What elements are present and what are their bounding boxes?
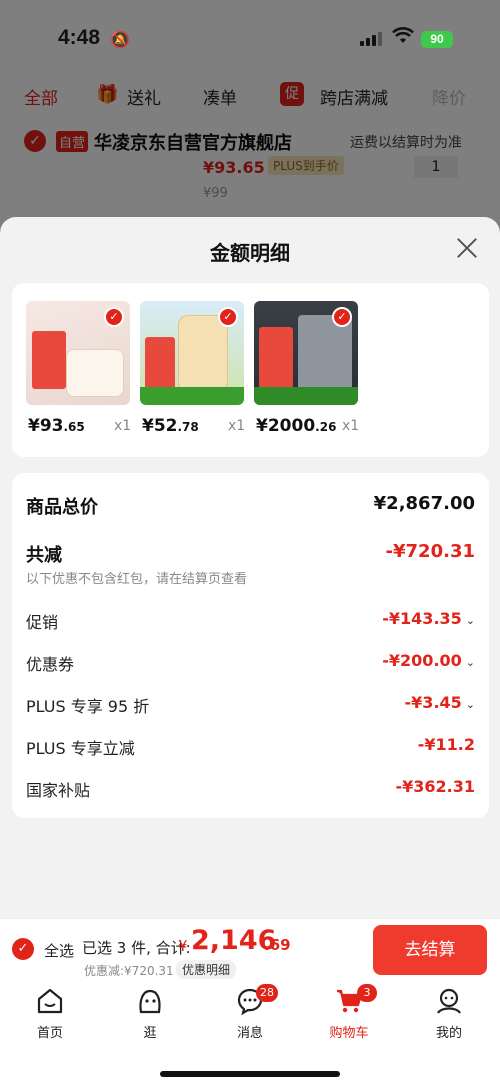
plus95-label: PLUS 专享 95 折 [26,697,150,716]
check-icon: ✓ [104,307,124,327]
select-all-check-icon[interactable]: ✓ [12,938,34,960]
plus-off-value: -¥11.2 [417,735,475,754]
cart-badge: 3 [357,984,377,1002]
product-price: ¥52.78 [142,416,199,436]
product-qty: x1 [342,418,360,434]
total-value: ¥2,867.00 [373,493,475,514]
product-price: ¥2000.26 [256,416,337,436]
coupon-label: 优惠券 [26,655,75,674]
product-qty: x1 [114,418,132,434]
plus95-value: -¥3.45 ⌄ [404,693,475,712]
checkout-bar: ✓ 全选 已选 3 件, 合计: ¥ 2,146 .69 优惠减:¥720.31… [0,918,500,980]
reduce-note: 以下优惠不包含红包，请在结算页查看 [26,572,248,587]
tab-me[interactable]: 我的 [419,986,479,1041]
reduce-value: -¥720.31 [385,541,475,562]
tab-browse[interactable]: 逛 [120,986,180,1041]
tab-cart[interactable]: 3 购物车 [319,984,379,1041]
sheet-title: 金额明细 [210,241,290,265]
total-cents: .69 [264,936,291,954]
checkout-button[interactable]: 去结算 [373,925,487,975]
coupon-value: -¥200.00 ⌄ [382,651,475,670]
price-summary: 商品总价 ¥2,867.00 共减 -¥720.31 以下优惠不包含红包，请在结… [12,473,489,818]
tab-home[interactable]: 首页 [20,986,80,1041]
reduce-label: 共减 [26,545,62,566]
product-image: ✓ [140,301,244,405]
product-thumbnails: ✓ ¥93.65 x1 ✓ ¥52.78 x1 ✓ ¥2000.26 x1 [12,283,489,457]
chevron-down-icon: ⌄ [465,656,475,669]
tab-messages[interactable]: 28 消息 [220,984,280,1041]
product-image: ✓ [26,301,130,405]
user-icon [437,988,461,1014]
subsidy-value: -¥362.31 [395,777,475,796]
product-image: ✓ [254,301,358,405]
currency-symbol: ¥ [178,937,188,955]
chevron-down-icon: ⌄ [465,614,475,627]
clock: 4:48 [58,26,101,49]
saved-amount: 优惠减:¥720.31 [84,964,174,978]
promo-label: 促销 [26,613,59,632]
product-item[interactable]: ✓ ¥52.78 x1 [140,301,252,441]
selected-count: 已选 3 件, 合计: [82,939,191,957]
product-item[interactable]: ✓ ¥93.65 x1 [26,301,138,441]
browse-face-icon [139,989,161,1014]
check-icon: ✓ [218,307,238,327]
chevron-down-icon: ⌄ [465,698,475,711]
battery-icon: 90 [421,31,453,48]
check-icon: ✓ [332,307,352,327]
select-all-label[interactable]: 全选 [44,940,74,961]
close-icon[interactable] [456,237,478,259]
product-price: ¥93.65 [28,416,85,436]
promo-value: -¥143.35 ⌄ [382,609,475,628]
discount-detail-button[interactable]: 优惠明细 [176,960,237,979]
product-qty: x1 [228,418,246,434]
messages-badge: 28 [256,984,278,1002]
signal-icon [360,32,382,46]
subsidy-label: 国家补贴 [26,781,91,800]
status-bar: 4:48 🔕 90 [0,22,500,58]
product-item[interactable]: ✓ ¥2000.26 x1 [254,301,366,441]
wifi-icon [392,26,414,50]
total-label: 商品总价 [26,497,98,518]
plus-off-label: PLUS 专享立减 [26,739,135,758]
home-indicator[interactable] [160,1071,340,1077]
mute-bell-icon: 🔕 [110,30,130,49]
home-icon [37,988,63,1014]
